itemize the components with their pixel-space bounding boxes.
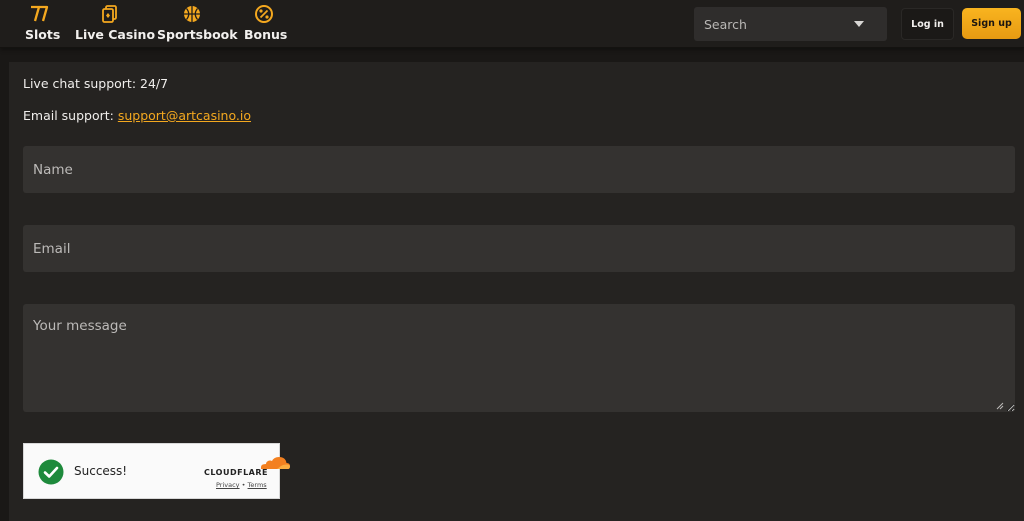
nav-item-slots[interactable]: Slots — [22, 0, 60, 48]
nav-label: Live Casino — [75, 27, 156, 42]
nav-item-live-casino[interactable]: Live Casino — [75, 0, 155, 48]
success-check-icon — [38, 459, 64, 485]
name-input[interactable] — [23, 146, 1015, 193]
link-separator: • — [241, 481, 246, 489]
slots-7-icon — [31, 5, 49, 22]
cloudflare-logo-text: CLOUDFLARE — [204, 468, 268, 477]
email-support-label: Email support: — [23, 108, 118, 123]
captcha-status: Success! — [74, 464, 128, 478]
email-input[interactable] — [23, 225, 1015, 272]
basketball-icon — [184, 6, 200, 22]
nav-label: Sportsbook — [157, 27, 238, 42]
live-chat-info: Live chat support: 24/7 — [23, 76, 169, 91]
terms-link[interactable]: Terms — [248, 481, 267, 489]
chevron-down-icon[interactable] — [854, 21, 864, 27]
message-textarea[interactable] — [23, 304, 1015, 412]
email-support-info: Email support: support@artcasino.io — [23, 108, 251, 123]
top-header: Slots Live Casino Sportsbook Bonus Searc… — [0, 0, 1024, 48]
nav-item-sportsbook[interactable]: Sportsbook — [157, 0, 238, 48]
nav-label: Slots — [25, 27, 61, 42]
nav-item-bonus[interactable]: Bonus — [243, 0, 288, 48]
login-button[interactable]: Log in — [901, 8, 954, 40]
support-email-link[interactable]: support@artcasino.io — [118, 108, 251, 123]
privacy-link[interactable]: Privacy — [216, 481, 240, 489]
resize-handle-icon[interactable] — [996, 402, 1004, 410]
captcha-links: Privacy • Terms — [216, 481, 267, 489]
search-dropdown[interactable] — [694, 7, 887, 41]
signup-button[interactable]: Sign up — [962, 8, 1021, 39]
captcha-widget: Success! CLOUDFLARE Privacy • Terms — [23, 443, 290, 499]
nav-label: Bonus — [244, 27, 288, 42]
percent-icon — [255, 5, 273, 23]
cards-icon — [102, 5, 117, 23]
